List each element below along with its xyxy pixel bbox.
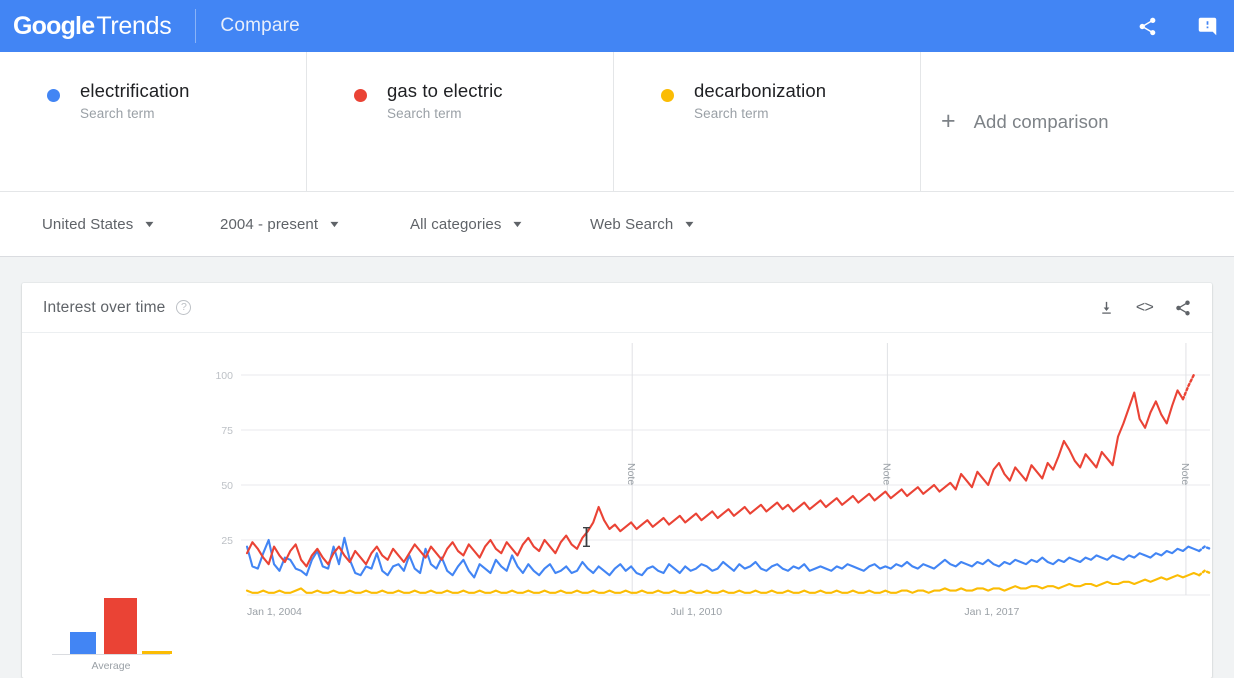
- series-dot-icon: [47, 89, 60, 102]
- help-icon[interactable]: ?: [176, 300, 192, 315]
- filter-search-type[interactable]: Web Search ▼: [590, 215, 697, 233]
- download-icon[interactable]: [1098, 299, 1115, 316]
- header-actions: [1130, 0, 1224, 52]
- comparison-card-3[interactable]: decarbonization Search term: [614, 52, 921, 191]
- filter-location[interactable]: United States ▼: [42, 216, 220, 233]
- filter-bar: United States ▼ 2004 - present ▼ All cat…: [0, 192, 1234, 257]
- logo-trends-text: Trends: [96, 11, 172, 40]
- filter-time-range-label: 2004 - present: [220, 215, 319, 233]
- comparison-term: gas to electric: [387, 80, 503, 101]
- header-compare-label: Compare: [220, 15, 300, 36]
- note-annotation[interactable]: Note: [625, 463, 637, 485]
- series-dot-icon: [661, 89, 674, 102]
- comparison-term: decarbonization: [694, 80, 827, 101]
- y-axis-tick: 100: [215, 370, 233, 382]
- note-annotation[interactable]: Note: [880, 463, 892, 485]
- x-axis-tick: Jan 1, 2017: [964, 606, 1019, 618]
- comparison-subtitle: Search term: [387, 106, 462, 121]
- comparison-subtitle: Search term: [80, 106, 155, 121]
- x-axis-tick: Jul 1, 2010: [671, 606, 723, 618]
- comparison-cards-row: electrification Search term gas to elect…: [0, 52, 1234, 192]
- y-axis-tick: 75: [221, 425, 233, 437]
- note-annotation[interactable]: Note: [1179, 463, 1191, 485]
- google-trends-page: Google Trends Compare electrification Se…: [0, 0, 1234, 678]
- series-dot-icon: [354, 89, 367, 102]
- chevron-down-icon: ▼: [683, 218, 697, 229]
- series-partial-decarbonization: [1197, 569, 1212, 577]
- chevron-down-icon: ▼: [143, 218, 157, 229]
- filter-search-type-label: Web Search: [590, 215, 674, 233]
- y-axis-tick: 25: [221, 535, 233, 547]
- comparison-card-1[interactable]: electrification Search term: [0, 52, 307, 191]
- feedback-icon[interactable]: [1190, 9, 1224, 43]
- filter-location-label: United States: [42, 215, 134, 233]
- embed-glyph: <>: [1135, 298, 1154, 317]
- x-axis-tick: Jan 1, 2004: [247, 606, 302, 618]
- series-partial-electrification: [1197, 545, 1212, 553]
- series-line-decarbonization: [245, 571, 1201, 594]
- filter-category-label: All categories: [410, 215, 502, 233]
- google-trends-logo[interactable]: Google Trends: [0, 11, 172, 41]
- share-icon[interactable]: [1130, 9, 1164, 43]
- add-comparison-button[interactable]: + Add comparison: [921, 52, 1234, 191]
- logo-google-text: Google: [13, 11, 95, 40]
- app-header: Google Trends Compare: [0, 0, 1234, 52]
- interest-over-time-chart[interactable]: 25 50 75 100 Note Note Note Jan 1, 2004 Jul 1, 2…: [22, 333, 1212, 677]
- text-cursor: [582, 526, 591, 548]
- card-actions: <>: [1098, 299, 1192, 317]
- card-header: Interest over time ? <>: [22, 283, 1212, 333]
- chevron-down-icon: ▼: [511, 218, 525, 229]
- header-divider: [195, 9, 197, 43]
- filter-time-range[interactable]: 2004 - present ▼: [220, 216, 410, 233]
- share-icon[interactable]: [1174, 299, 1192, 317]
- plus-icon: +: [941, 107, 956, 135]
- chart-zone: Average 25 50 75 100 Note Note Note Jan 1, 2004…: [22, 333, 1212, 677]
- comparison-subtitle: Search term: [694, 106, 769, 121]
- comparison-term: electrification: [80, 80, 190, 101]
- y-axis-tick: 50: [221, 480, 233, 492]
- chevron-down-icon: ▼: [327, 218, 342, 229]
- series-partial-gas-to-electric: [1181, 373, 1195, 401]
- interest-over-time-card: Interest over time ? <> Average 25 50 75…: [22, 283, 1212, 678]
- content-area: Interest over time ? <> Average 25 50 75…: [0, 257, 1234, 678]
- filter-category[interactable]: All categories ▼: [410, 216, 590, 233]
- page-title: Interest over time: [43, 298, 166, 316]
- comparison-card-2[interactable]: gas to electric Search term: [307, 52, 614, 191]
- embed-icon[interactable]: <>: [1135, 298, 1154, 317]
- add-comparison-label: Add comparison: [973, 110, 1109, 132]
